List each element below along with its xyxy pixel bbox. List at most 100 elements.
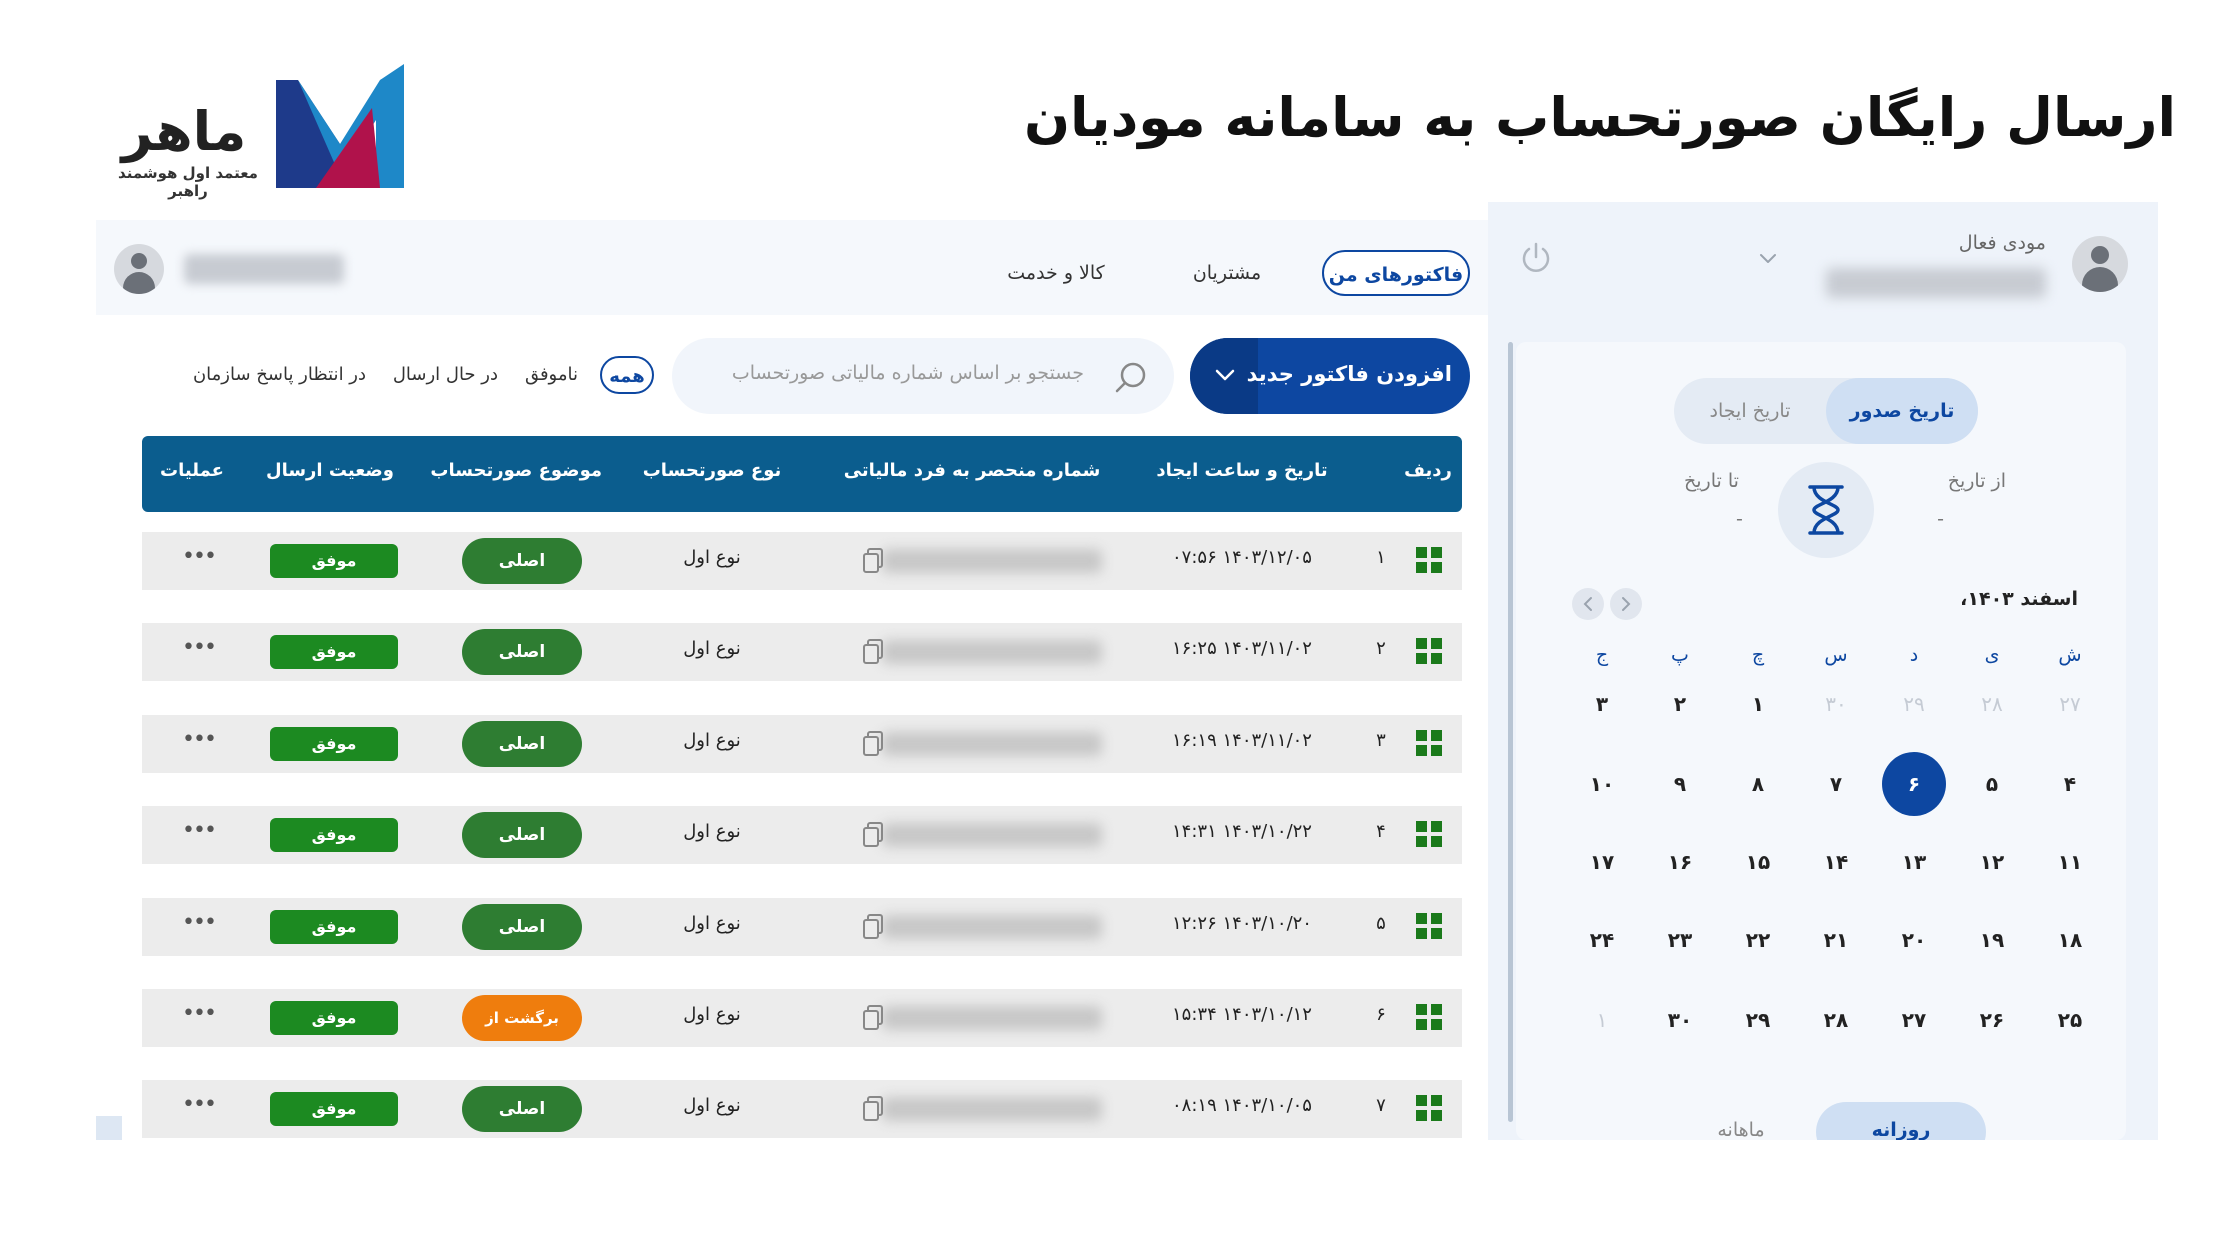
- weekday-label: س: [1824, 644, 1848, 666]
- copy-icon[interactable]: [862, 822, 884, 848]
- calendar-prev-month[interactable]: [1572, 588, 1604, 620]
- qr-icon[interactable]: [1416, 1004, 1442, 1030]
- search-input[interactable]: جستجو بر اساس شماره مالیاتی صورتحساب: [672, 338, 1174, 414]
- toggle-created-date[interactable]: تاریخ ایجاد: [1674, 378, 1826, 444]
- calendar-day[interactable]: ۱۰: [1570, 752, 1634, 816]
- power-icon[interactable]: [1518, 240, 1554, 276]
- qr-icon[interactable]: [1416, 638, 1442, 664]
- more-icon[interactable]: •••: [182, 1001, 217, 1026]
- calendar-day[interactable]: ۱۸: [2038, 908, 2102, 972]
- calendar-day[interactable]: ۹: [1648, 752, 1712, 816]
- calendar-day[interactable]: ۲۷: [2038, 672, 2102, 736]
- table-row[interactable]: ۵ ۱۴۰۳/۱۰/۲۰ ۱۲:۲۶ نوع اول اصلی موفق •••: [142, 898, 1462, 956]
- row-index: ۶: [1376, 1004, 1386, 1025]
- table-row[interactable]: ۶ ۱۴۰۳/۱۰/۱۲ ۱۵:۳۴ نوع اول برگشت از فروش موف…: [142, 989, 1462, 1073]
- calendar-day[interactable]: ۲۷: [1882, 988, 1946, 1052]
- copy-icon[interactable]: [862, 1005, 884, 1031]
- table-row[interactable]: ۱ ۱۴۰۳/۱۲/۰۵ ۰۷:۵۶ نوع اول اصلی موفق •••: [142, 532, 1462, 590]
- calendar-day[interactable]: ۲۶: [1960, 988, 2024, 1052]
- table-row[interactable]: ۴ ۱۴۰۳/۱۰/۲۲ ۱۴:۳۱ نوع اول اصلی موفق •••: [142, 806, 1462, 864]
- subject-badge: اصلی: [462, 629, 582, 675]
- copy-icon[interactable]: [862, 731, 884, 757]
- tab-customers[interactable]: مشتریان: [1182, 250, 1272, 296]
- calendar-day[interactable]: ۲۸: [1960, 672, 2024, 736]
- tab-my-invoices[interactable]: فاکتورهای من: [1322, 250, 1470, 296]
- row-created-date: ۱۴۰۳/۱۰/۱۲ ۱۵:۳۴: [1172, 1004, 1312, 1025]
- weekday-label: پ: [1671, 644, 1689, 666]
- more-icon[interactable]: •••: [182, 544, 217, 569]
- tab-products[interactable]: کالا و خدمت: [1006, 250, 1106, 296]
- calendar-day[interactable]: ۲۹: [1882, 672, 1946, 736]
- chevron-down-icon[interactable]: [1756, 246, 1780, 270]
- copy-icon[interactable]: [862, 1096, 884, 1122]
- copy-icon[interactable]: [862, 639, 884, 665]
- calendar-day[interactable]: ۱۳: [1882, 830, 1946, 894]
- from-date-value[interactable]: -: [1937, 508, 1944, 530]
- calendar-day[interactable]: ۷: [1804, 752, 1868, 816]
- calendar-day[interactable]: ۲۳: [1648, 908, 1712, 972]
- add-invoice-button[interactable]: افزودن فاکتور جدید: [1190, 338, 1470, 414]
- more-icon[interactable]: •••: [182, 910, 217, 935]
- calendar-day[interactable]: ۴: [2038, 752, 2102, 816]
- user-avatar-icon[interactable]: [114, 244, 164, 294]
- calendar-day[interactable]: ۲۴: [1570, 908, 1634, 972]
- toggle-issue-date[interactable]: تاریخ صدور: [1826, 378, 1978, 444]
- toggle-monthly[interactable]: ماهانه: [1666, 1102, 1816, 1140]
- calendar-day[interactable]: ۱۶: [1648, 830, 1712, 894]
- calendar-day[interactable]: ۲۱: [1804, 908, 1868, 972]
- subject-badge: اصلی: [462, 721, 582, 767]
- filter-awaiting-response[interactable]: در انتظار پاسخ سازمان: [193, 356, 366, 394]
- row-invoice-type: نوع اول: [683, 638, 741, 659]
- to-date-value[interactable]: -: [1736, 508, 1743, 530]
- calendar-day[interactable]: ۳۰: [1648, 988, 1712, 1052]
- calendar-day[interactable]: ۲۰: [1882, 908, 1946, 972]
- calendar-day[interactable]: ۱۹: [1960, 908, 2024, 972]
- table-row[interactable]: ۳ ۱۴۰۳/۱۱/۰۲ ۱۶:۱۹ نوع اول اصلی موفق •••: [142, 715, 1462, 773]
- calendar-day[interactable]: ۱: [1570, 988, 1634, 1052]
- qr-icon[interactable]: [1416, 730, 1442, 756]
- filter-failed[interactable]: ناموفق: [516, 356, 578, 394]
- qr-icon[interactable]: [1416, 821, 1442, 847]
- logo-name: ماهر: [121, 100, 247, 163]
- calendar-day[interactable]: ۲۲: [1726, 908, 1790, 972]
- table-row[interactable]: ۲ ۱۴۰۳/۱۱/۰۲ ۱۶:۲۵ نوع اول اصلی موفق •••: [142, 623, 1462, 681]
- row-invoice-type: نوع اول: [683, 913, 741, 934]
- calendar-day[interactable]: ۱۵: [1726, 830, 1790, 894]
- status-badge: موفق: [270, 1092, 398, 1126]
- calendar-day[interactable]: ۳۰: [1804, 672, 1868, 736]
- more-icon[interactable]: •••: [182, 818, 217, 843]
- hourglass-button[interactable]: [1778, 462, 1874, 558]
- more-icon[interactable]: •••: [182, 727, 217, 752]
- calendar-day[interactable]: ۱: [1726, 672, 1790, 736]
- calendar-day[interactable]: ۳: [1570, 672, 1634, 736]
- calendar-day[interactable]: ۸: [1726, 752, 1790, 816]
- qr-icon[interactable]: [1416, 547, 1442, 573]
- column-header-status: وضعیت ارسال: [265, 460, 394, 481]
- more-icon[interactable]: •••: [182, 635, 217, 660]
- chevron-left-icon: [1583, 597, 1592, 611]
- more-icon[interactable]: •••: [182, 1092, 217, 1117]
- qr-icon[interactable]: [1416, 913, 1442, 939]
- calendar-day[interactable]: ۲: [1648, 672, 1712, 736]
- toggle-daily[interactable]: روزانه: [1816, 1102, 1986, 1140]
- calendar-day[interactable]: ۲۸: [1804, 988, 1868, 1052]
- calendar-day[interactable]: ۱۱: [2038, 830, 2102, 894]
- copy-icon[interactable]: [862, 548, 884, 574]
- calendar-day[interactable]: ۵: [1960, 752, 2024, 816]
- panel-scrollbar[interactable]: [1508, 342, 1513, 1122]
- calendar-day[interactable]: ۲۵: [2038, 988, 2102, 1052]
- calendar-day[interactable]: ۱۴: [1804, 830, 1868, 894]
- taxpayer-selector[interactable]: مودی فعال: [1478, 202, 2158, 336]
- calendar-next-month[interactable]: [1610, 588, 1642, 620]
- copy-icon[interactable]: [862, 914, 884, 940]
- qr-icon[interactable]: [1416, 1095, 1442, 1121]
- calendar-day[interactable]: ۱۲: [1960, 830, 2024, 894]
- filter-sending[interactable]: در حال ارسال: [388, 356, 498, 394]
- table-row[interactable]: ۷ ۱۴۰۳/۱۰/۰۵ ۰۸:۱۹ نوع اول اصلی موفق •••: [142, 1080, 1462, 1138]
- calendar-day[interactable]: ۲۹: [1726, 988, 1790, 1052]
- filter-all[interactable]: همه: [600, 356, 654, 394]
- calendar-day[interactable]: ۱۷: [1570, 830, 1634, 894]
- row-created-date: ۱۴۰۳/۱۰/۲۲ ۱۴:۳۱: [1172, 821, 1312, 842]
- calendar-day-selected[interactable]: ۶: [1882, 752, 1946, 816]
- tax-id-redacted: [882, 640, 1102, 664]
